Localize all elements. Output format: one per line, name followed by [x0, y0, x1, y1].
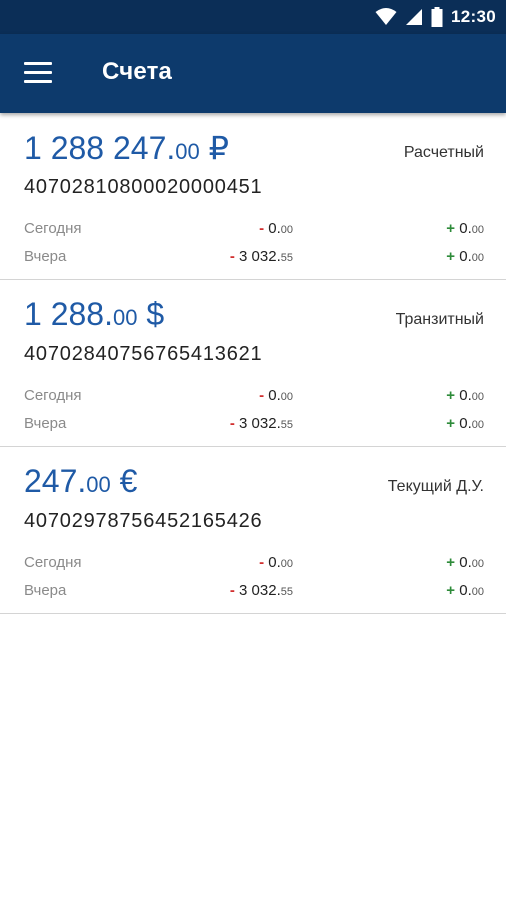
today-incoming: + 0.00 [446, 554, 484, 571]
yesterday-label: Вчера [24, 582, 67, 599]
today-outgoing: - 0.00 [259, 220, 293, 237]
amount-cents: 55 [280, 419, 293, 431]
yesterday-outgoing: - 3 032.55 [230, 248, 293, 265]
today-label: Сегодня [24, 220, 82, 237]
app-bar: Счета [0, 34, 506, 113]
yesterday-label: Вчера [24, 248, 67, 265]
minus-sign: - [259, 220, 265, 237]
balance-cents: 00 [175, 139, 200, 164]
amount-cents: 00 [471, 586, 484, 598]
minus-sign: - [229, 415, 235, 432]
yesterday-outgoing: - 3 032.55 [230, 582, 293, 599]
account-card[interactable]: 1 288.00 $ Транзитный 407028407567654136… [0, 280, 506, 447]
plus-sign: + [446, 220, 456, 237]
amount-main: 3 032. [239, 248, 281, 265]
yesterday-incoming: + 0.00 [446, 415, 484, 432]
yesterday-incoming: + 0.00 [446, 582, 484, 599]
today-row: Сегодня - 0.00 + 0.00 [0, 554, 506, 574]
amount-cents: 00 [471, 224, 484, 236]
minus-sign: - [259, 387, 265, 404]
accounts-list: 1 288 247.00 ₽ Расчетный 407028108000200… [0, 113, 506, 614]
yesterday-outgoing: - 3 032.55 [230, 415, 293, 432]
account-type: Расчетный [403, 144, 484, 161]
account-type: Текущий Д.У. [387, 478, 484, 495]
yesterday-row: Вчера - 3 032.55 + 0.00 [0, 248, 506, 268]
account-balance: 1 288.00 $ [24, 296, 164, 333]
amount-main: 3 032. [239, 415, 281, 432]
amount-cents: 55 [280, 252, 293, 264]
plus-sign: + [446, 554, 456, 571]
amount-cents: 00 [471, 252, 484, 264]
account-number: 40702810800020000451 [24, 176, 263, 198]
signal-icon [406, 9, 423, 25]
yesterday-row: Вчера - 3 032.55 + 0.00 [0, 415, 506, 435]
amount-cents: 00 [471, 558, 484, 570]
amount-cents: 00 [471, 391, 484, 403]
amount-cents: 00 [280, 224, 293, 236]
account-card[interactable]: 247.00 € Текущий Д.У. 407029787564521654… [0, 447, 506, 614]
account-type: Транзитный [395, 311, 484, 328]
currency-symbol: ₽ [208, 130, 229, 166]
account-number: 40702840756765413621 [24, 343, 263, 365]
amount-main: 0. [459, 387, 472, 404]
account-card[interactable]: 1 288 247.00 ₽ Расчетный 407028108000200… [0, 113, 506, 280]
today-outgoing: - 0.00 [259, 387, 293, 404]
balance-cents: 00 [112, 305, 138, 330]
status-time: 12:30 [451, 7, 496, 26]
today-label: Сегодня [24, 387, 82, 404]
amount-main: 0. [459, 220, 472, 237]
amount-main: 0. [459, 554, 472, 571]
amount-main: 0. [459, 248, 472, 265]
account-number: 40702978756452165426 [24, 510, 263, 532]
account-balance: 1 288 247.00 ₽ [24, 129, 229, 167]
menu-icon[interactable] [24, 62, 52, 84]
yesterday-row: Вчера - 3 032.55 + 0.00 [0, 582, 506, 602]
plus-sign: + [446, 248, 456, 265]
today-row: Сегодня - 0.00 + 0.00 [0, 220, 506, 240]
amount-main: 0. [459, 415, 472, 432]
amount-main: 3 032. [239, 582, 281, 599]
amount-main: 0. [268, 220, 281, 237]
minus-sign: - [229, 582, 235, 599]
currency-symbol: $ [146, 296, 165, 332]
status-icons: 12:30 [375, 6, 496, 28]
status-bar: 12:30 [0, 0, 506, 34]
today-label: Сегодня [24, 554, 82, 571]
today-incoming: + 0.00 [446, 220, 484, 237]
amount-main: 0. [459, 582, 472, 599]
yesterday-incoming: + 0.00 [446, 248, 484, 265]
today-row: Сегодня - 0.00 + 0.00 [0, 387, 506, 407]
plus-sign: + [446, 415, 456, 432]
amount-cents: 55 [280, 586, 293, 598]
minus-sign: - [229, 248, 235, 265]
amount-cents: 00 [280, 558, 293, 570]
plus-sign: + [446, 387, 456, 404]
yesterday-label: Вчера [24, 415, 67, 432]
amount-cents: 00 [280, 391, 293, 403]
balance-main: 247. [24, 463, 87, 499]
wifi-icon [375, 8, 397, 25]
amount-main: 0. [268, 387, 281, 404]
amount-cents: 00 [471, 419, 484, 431]
account-balance: 247.00 € [24, 463, 137, 500]
balance-cents: 00 [86, 472, 111, 497]
page-title: Счета [102, 58, 173, 85]
today-outgoing: - 0.00 [259, 554, 293, 571]
today-incoming: + 0.00 [446, 387, 484, 404]
currency-symbol: € [119, 463, 138, 499]
amount-main: 0. [268, 554, 281, 571]
balance-main: 1 288 247. [24, 130, 176, 166]
minus-sign: - [259, 554, 265, 571]
plus-sign: + [446, 582, 456, 599]
battery-icon [431, 7, 443, 27]
balance-main: 1 288. [24, 296, 113, 332]
